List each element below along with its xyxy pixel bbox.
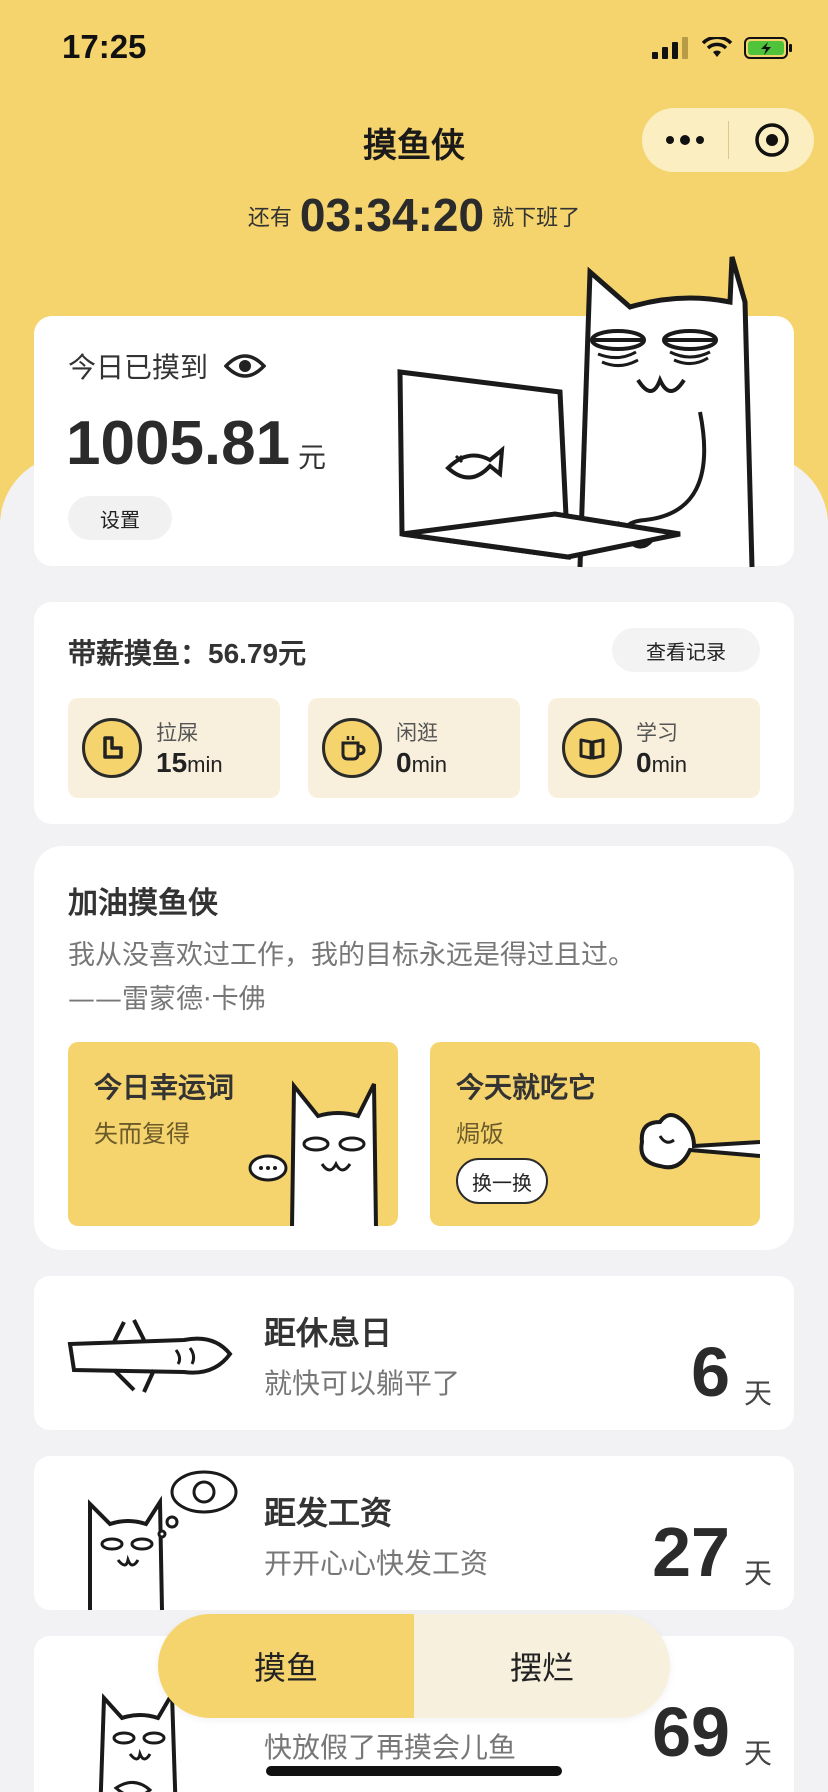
cat-speaking-illustration [248,1080,378,1226]
activity-value: 15 [156,747,188,778]
countdown-row-weekend[interactable]: 距休息日 就快可以躺平了 6 天 [34,1276,794,1430]
status-time: 17:25 [62,28,147,65]
tab-give-up[interactable]: 摆烂 [414,1614,670,1718]
activity-name: 闲逛 [396,721,438,745]
quote-text: 我从没喜欢过工作，我的目标永远是得过且过。 [68,940,635,971]
paid-slacking-card: 带薪摸鱼：56.79元 查看记录 拉屎 15min 闲逛 0min 学习 0mi… [34,602,794,824]
activity-unit: min [651,752,688,777]
paid-slacking-summary: 带薪摸鱼：56.79元 [68,632,306,672]
activity-value: 0 [396,747,412,778]
paw-illustration [639,1113,760,1170]
bottom-tab-bar: 摸鱼 摆烂 [158,1614,670,1718]
row-unit: 天 [743,1377,772,1410]
earnings-label: 今日已摸到 [68,351,209,384]
toilet-icon [82,718,142,778]
row-days: 6 [691,1333,730,1411]
cat-laptop-illustration [397,256,755,568]
earnings-label-row: 今日已摸到 [68,346,267,386]
row-title: 距休息日 [264,1314,393,1352]
earnings-value: 1005.81 [66,409,291,478]
food-card: 今天就吃它 焗饭 换一换 [430,1042,760,1226]
tab-slack[interactable]: 摸鱼 [158,1614,414,1718]
countdown-time: 03:34:20 [299,189,485,241]
countdown-row-payday[interactable]: 距发工资 开开心心快发工资 27 天 [34,1456,794,1610]
book-icon [562,718,622,778]
countdown-suffix: 就下班了 [492,206,581,231]
paid-slacking-amount: 56.79元 [208,638,307,669]
lucky-title: 今日幸运词 [94,1071,235,1104]
cheer-title: 加油摸鱼侠 [68,886,218,921]
cat-lying-illustration [67,1319,233,1393]
activity-name: 拉屎 [156,721,198,745]
more-icon [666,135,704,145]
cat-money-illustration [88,1470,238,1610]
row-title: 距发工资 [264,1494,393,1532]
row-unit: 天 [743,1557,772,1590]
row-days: 69 [652,1693,730,1771]
home-indicator [266,1766,562,1776]
countdown-prefix: 还有 [247,206,292,231]
more-button[interactable] [642,108,728,172]
food-dish: 焗饭 [456,1120,504,1148]
activity-stroll[interactable]: 闲逛 0min [308,698,520,798]
row-unit: 天 [743,1737,772,1770]
food-title: 今天就吃它 [456,1071,597,1104]
offwork-countdown: 还有 03:34:20 就下班了 [0,188,828,242]
activity-unit: min [187,752,223,777]
eye-icon[interactable] [224,352,267,380]
battery-icon [744,37,792,59]
row-days: 27 [652,1513,730,1591]
activity-unit: min [411,752,448,777]
view-records-button[interactable]: 查看记录 [612,628,760,672]
swap-button[interactable]: 换一换 [456,1158,548,1204]
activity-value: 0 [636,747,652,778]
activity-toilet[interactable]: 拉屎 15min [68,698,280,798]
target-icon [754,123,789,157]
lucky-word-card[interactable]: 今日幸运词 失而复得 [68,1042,398,1226]
wifi-icon [702,37,732,57]
coffee-icon [322,718,382,778]
earnings-unit: 元 [298,441,327,474]
paid-slacking-label: 带薪摸鱼： [68,637,209,670]
cheer-card: 加油摸鱼侠 我从没喜欢过工作，我的目标永远是得过且过。 ——雷蒙德·卡佛 今日幸… [34,846,794,1250]
row-subtitle: 开开心心快发工资 [264,1547,489,1580]
activity-study[interactable]: 学习 0min [548,698,760,798]
row-subtitle: 就快可以躺平了 [264,1367,461,1400]
activity-name: 学习 [636,721,678,745]
row-subtitle: 快放假了再摸会儿鱼 [264,1731,517,1764]
lucky-word: 失而复得 [94,1120,190,1148]
settings-button[interactable]: 设置 [68,496,172,540]
quote-author: ——雷蒙德·卡佛 [68,984,266,1015]
close-button[interactable] [729,108,814,172]
mini-program-capsule [642,108,814,172]
signal-icon [652,37,688,59]
cheer-quote: 我从没喜欢过工作，我的目标永远是得过且过。 ——雷蒙德·卡佛 [68,934,758,1022]
status-icons [652,36,794,60]
